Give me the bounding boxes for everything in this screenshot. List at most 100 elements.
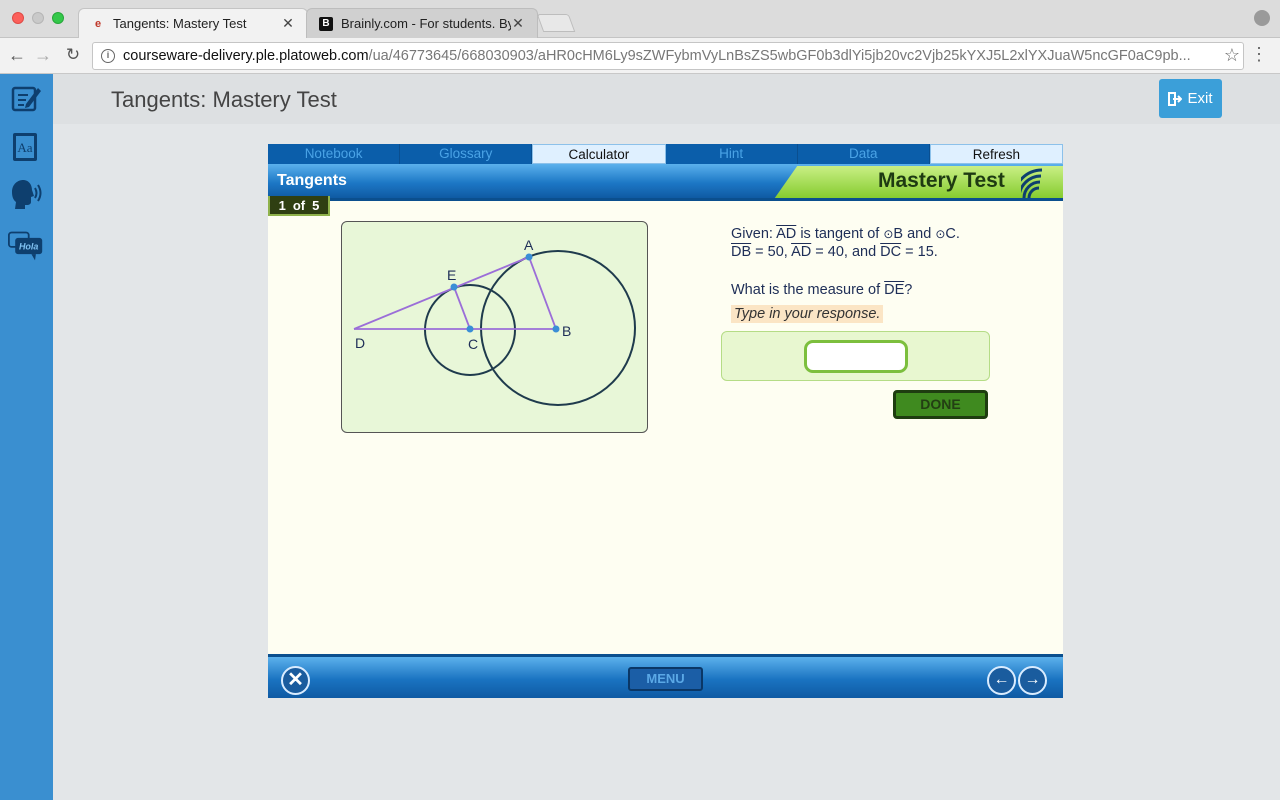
browser-tab-brainly[interactable]: B Brainly.com - For students. By ✕ bbox=[306, 8, 538, 38]
page-header: Tangents: Mastery Test Exit bbox=[53, 74, 1280, 124]
circle-c-label: C. bbox=[945, 226, 960, 242]
url-domain: courseware-delivery.ple.platoweb.com bbox=[123, 48, 369, 64]
ad-value: = 40, and bbox=[811, 244, 881, 260]
circle-b-label: B bbox=[893, 226, 904, 242]
label-d: D bbox=[355, 335, 365, 351]
response-instruction: Type in your response. bbox=[731, 305, 884, 323]
tab-label: Brainly.com - For students. By bbox=[341, 16, 511, 31]
close-lesson-button[interactable]: ✕ bbox=[281, 666, 310, 695]
given-line-2: DB = 50, AD = 40, and DC = 15. bbox=[731, 243, 1051, 261]
notebook-edit-icon bbox=[11, 86, 41, 112]
new-tab-button[interactable] bbox=[536, 14, 576, 32]
given-line-1: Given: AD is tangent of ⊙B and ⊙C. bbox=[731, 225, 1051, 243]
label-b: B bbox=[562, 323, 571, 339]
lesson-top-menu: Notebook Glossary Calculator Hint Data R… bbox=[268, 144, 1064, 164]
point-b bbox=[552, 325, 560, 333]
window-maximize-button[interactable] bbox=[52, 12, 64, 24]
signal-waves-icon bbox=[1021, 168, 1043, 198]
mastery-test-title: Mastery Test bbox=[878, 169, 1005, 192]
banner-divider bbox=[268, 198, 1063, 201]
menu-button[interactable]: MENU bbox=[628, 667, 703, 691]
dc-value: = 15. bbox=[901, 244, 938, 260]
label-a: A bbox=[524, 237, 534, 253]
label-c: C bbox=[468, 336, 478, 352]
answer-panel bbox=[721, 331, 990, 381]
browser-tab-strip: e Tangents: Mastery Test ✕ B Brainly.com… bbox=[0, 0, 1280, 38]
close-icon[interactable]: ✕ bbox=[511, 15, 525, 32]
lesson-name: Tangents bbox=[277, 172, 347, 189]
window-minimize-button[interactable] bbox=[32, 12, 44, 24]
forward-arrow-icon[interactable]: → bbox=[32, 44, 54, 66]
exit-icon bbox=[1168, 91, 1183, 106]
info-icon[interactable]: i bbox=[101, 49, 115, 63]
glossary-icon-label: Aa bbox=[17, 140, 32, 155]
exit-label: Exit bbox=[1187, 90, 1213, 107]
segment-de-label: DE bbox=[884, 282, 905, 298]
text-to-speech-button[interactable] bbox=[8, 176, 44, 212]
circle-symbol: ⊙ bbox=[935, 227, 946, 241]
segment-da bbox=[353, 256, 530, 330]
next-arrow-button[interactable]: → bbox=[1018, 666, 1047, 695]
circle-symbol: ⊙ bbox=[883, 227, 894, 241]
close-icon[interactable]: ✕ bbox=[281, 15, 295, 32]
previous-arrow-button[interactable]: ← bbox=[987, 666, 1016, 695]
segment-ab bbox=[528, 256, 557, 330]
and-text: and bbox=[903, 226, 936, 242]
geometry-figure: A E D C B bbox=[341, 221, 648, 433]
browser-menu-icon[interactable]: ⋮ bbox=[1250, 44, 1268, 65]
tangent-text: is tangent of bbox=[796, 226, 884, 242]
segment-ec bbox=[453, 286, 471, 330]
address-bar[interactable]: i courseware-delivery.ple.platoweb.com /… bbox=[92, 42, 1244, 70]
back-arrow-icon[interactable]: ← bbox=[6, 44, 28, 66]
label-e: E bbox=[447, 267, 456, 283]
reload-icon[interactable]: ↻ bbox=[62, 44, 84, 66]
circles-tangent-diagram: A E D C B bbox=[353, 237, 636, 406]
segment-dc-label: DC bbox=[880, 244, 902, 260]
segment-db-label: DB bbox=[731, 244, 752, 260]
menu-glossary[interactable]: Glossary bbox=[400, 144, 533, 164]
plato-icon: e bbox=[94, 17, 102, 30]
done-button[interactable]: DONE bbox=[893, 390, 988, 419]
point-c bbox=[466, 325, 474, 333]
counter-current: 1 bbox=[278, 197, 286, 213]
window-close-button[interactable] bbox=[12, 12, 24, 24]
segment-ad-label: AD bbox=[776, 226, 797, 242]
menu-hint[interactable]: Hint bbox=[666, 144, 798, 164]
tool-sidebar: Aa Hola bbox=[0, 74, 53, 800]
counter-total: 5 bbox=[312, 197, 320, 213]
page-title: Tangents: Mastery Test bbox=[111, 87, 337, 112]
menu-refresh[interactable]: Refresh bbox=[929, 144, 1064, 164]
db-value: = 50, bbox=[751, 244, 792, 260]
browser-tab-mastery-test[interactable]: e Tangents: Mastery Test ✕ bbox=[78, 8, 308, 38]
tab-label: Tangents: Mastery Test bbox=[113, 16, 247, 31]
point-a bbox=[525, 253, 533, 261]
menu-notebook[interactable]: Notebook bbox=[268, 144, 401, 164]
brainly-icon: B bbox=[319, 16, 333, 31]
prompt-suffix: ? bbox=[904, 282, 913, 298]
book-icon: Aa bbox=[13, 133, 37, 161]
bookmark-star-icon[interactable]: ☆ bbox=[1224, 45, 1240, 66]
translation-tool-button[interactable]: Hola bbox=[8, 228, 44, 264]
question-prompt: What is the measure of DE? bbox=[731, 281, 1051, 299]
browser-toolbar: ← → ↻ i courseware-delivery.ple.platoweb… bbox=[0, 38, 1280, 74]
exit-button[interactable]: Exit bbox=[1159, 79, 1222, 118]
answer-input[interactable] bbox=[804, 340, 908, 373]
given-prefix: Given: bbox=[731, 226, 777, 242]
menu-data[interactable]: Data bbox=[798, 144, 930, 164]
profile-icon[interactable] bbox=[1254, 10, 1270, 26]
glossary-tool-button[interactable]: Aa bbox=[8, 130, 44, 166]
hola-icon-label: Hola bbox=[19, 242, 39, 252]
counter-of: of bbox=[292, 197, 306, 213]
menu-calculator[interactable]: Calculator bbox=[532, 144, 666, 164]
question-counter: 1 of 5 bbox=[268, 196, 330, 216]
question-text: Given: AD is tangent of ⊙B and ⊙C. DB = … bbox=[731, 225, 1051, 323]
notebook-tool-button[interactable] bbox=[8, 80, 44, 116]
url-path: /ua/46773645/668030903/aHR0cHM6Ly9sZWFyb… bbox=[368, 48, 1191, 64]
prompt-prefix: What is the measure of bbox=[731, 282, 885, 298]
lesson-banner: Tangents Mastery Test bbox=[268, 164, 1063, 198]
speech-bubble-icon: Hola bbox=[8, 231, 43, 261]
point-e bbox=[450, 283, 458, 291]
lesson-bottom-bar: ✕ MENU ← → bbox=[268, 654, 1063, 698]
lesson-frame: Notebook Glossary Calculator Hint Data R… bbox=[268, 144, 1064, 698]
segment-ad-label: AD bbox=[791, 244, 812, 260]
